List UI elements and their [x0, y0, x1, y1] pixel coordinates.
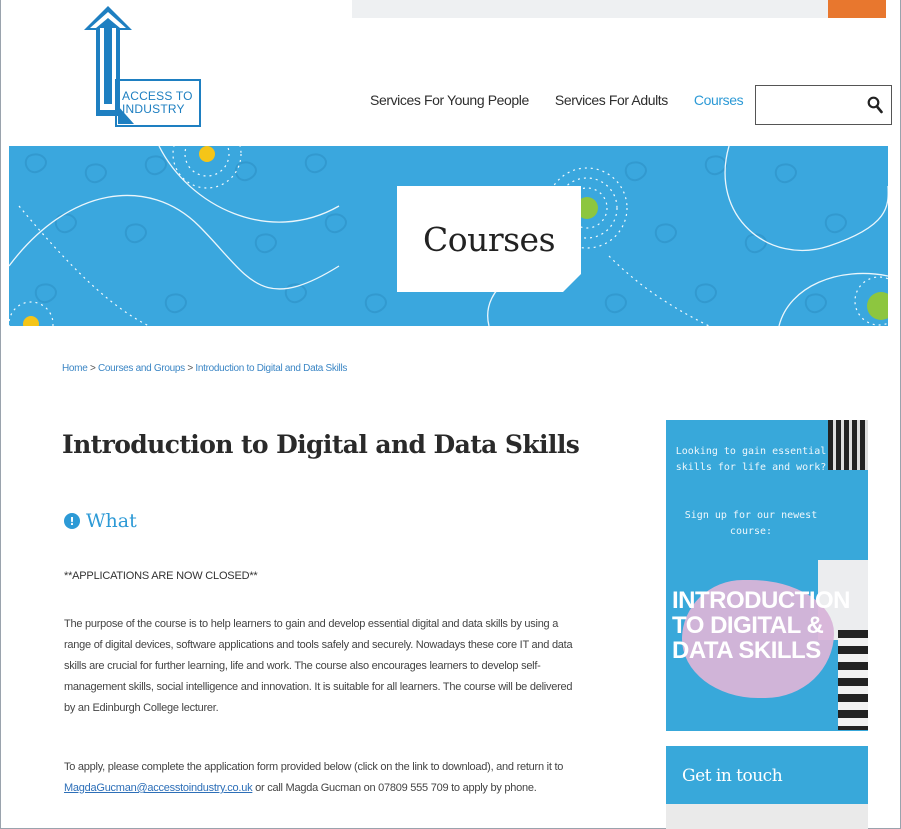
banner-title-card: Courses — [397, 186, 581, 292]
promo-signup: Sign up for our newest course: — [684, 510, 818, 537]
search-input[interactable] — [755, 85, 892, 125]
section-what: ! What — [64, 510, 137, 532]
get-in-touch-panel: Get in touch — [666, 746, 868, 804]
top-accent-button[interactable] — [828, 0, 886, 18]
site-logo[interactable]: ACCESS TO INDUSTRY — [78, 6, 203, 134]
top-utility-bar — [352, 0, 828, 18]
nav-courses[interactable]: Courses — [694, 92, 744, 108]
get-in-touch-heading: Get in touch — [682, 766, 783, 786]
breadcrumb-separator: > — [184, 363, 196, 374]
course-description: The purpose of the course is to help lea… — [64, 618, 573, 714]
breadcrumb-current: Introduction to Digital and Data Skills — [195, 363, 348, 374]
logo-text: ACCESS TO INDUSTRY — [122, 90, 193, 116]
breadcrumb-separator: > — [87, 363, 98, 374]
breadcrumb-courses-groups[interactable]: Courses and Groups — [98, 363, 185, 374]
apply-instructions: To apply, please complete the applicatio… — [64, 757, 584, 799]
promo-question: Looking to gain essential skills for lif… — [675, 446, 827, 473]
nav-services-young-people[interactable]: Services For Young People — [370, 92, 529, 108]
section-what-label: What — [86, 510, 137, 532]
page-banner: Courses — [9, 146, 888, 326]
course-promo-image[interactable]: Looking to gain essential skills for lif… — [666, 420, 868, 731]
email-link[interactable]: MagdaGucman@accesstoindustry.co.uk — [64, 782, 253, 794]
logo-line-2: INDUSTRY — [122, 102, 185, 116]
promo-course-name: INTRODUCTION TO DIGITAL & DATA SKILLS — [672, 587, 850, 664]
apply-text-after: or call Magda Gucman on 07809 555 709 to… — [252, 782, 537, 794]
breadcrumb-home[interactable]: Home — [62, 363, 88, 374]
info-icon: ! — [64, 513, 80, 529]
apply-text-before: To apply, please complete the applicatio… — [64, 761, 564, 773]
applications-closed-notice: **APPLICATIONS ARE NOW CLOSED** — [64, 570, 258, 582]
nav-services-adults[interactable]: Services For Adults — [555, 92, 668, 108]
get-in-touch-body — [666, 804, 868, 829]
main-nav: Services For Young People Services For A… — [370, 92, 744, 108]
breadcrumb: Home > Courses and Groups > Introduction… — [62, 363, 347, 374]
card-corner-fold — [563, 274, 581, 292]
magnifier-icon[interactable] — [867, 96, 883, 114]
banner-title: Courses — [422, 219, 556, 259]
page-title: Introduction to Digital and Data Skills — [62, 430, 580, 459]
